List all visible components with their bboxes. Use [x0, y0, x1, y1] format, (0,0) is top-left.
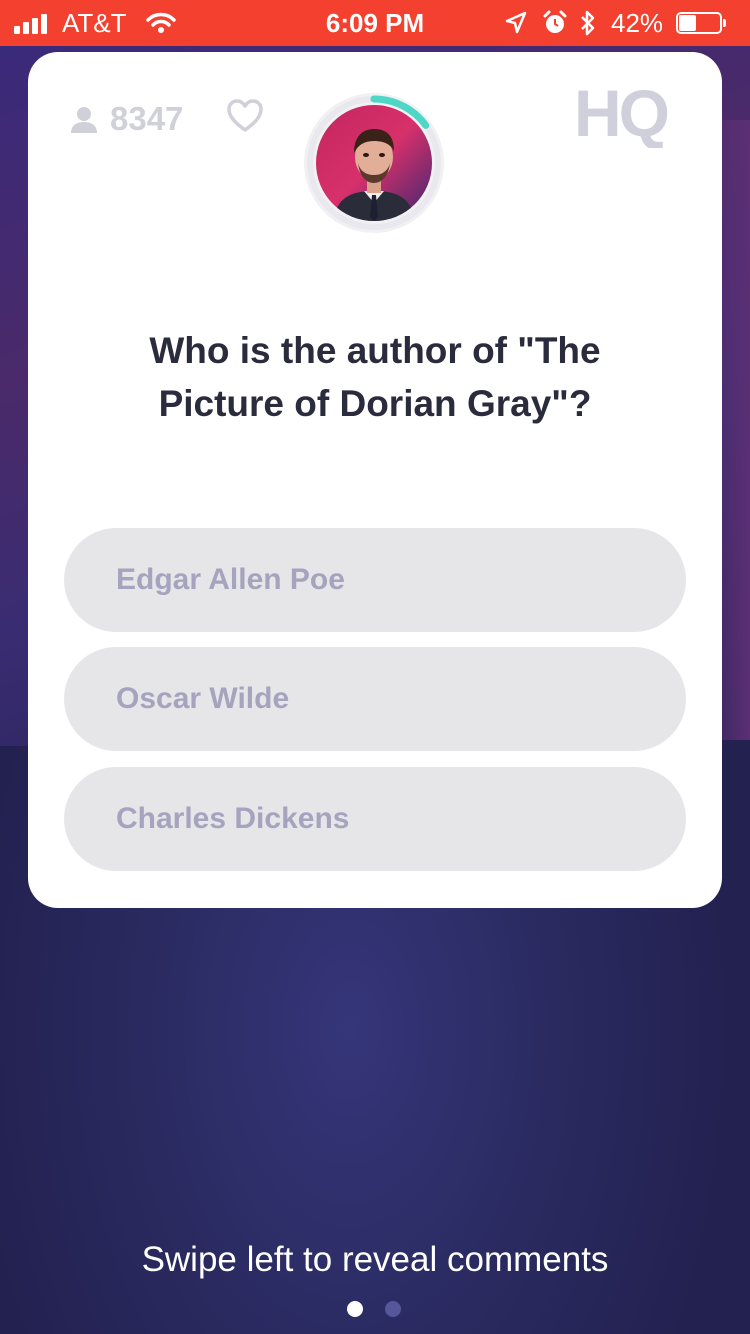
battery-icon	[676, 12, 728, 36]
user-icon	[71, 107, 97, 133]
host-photo	[316, 105, 432, 221]
location-arrow-icon	[505, 11, 527, 34]
question-text: Who is the author of "The Picture of Dor…	[149, 330, 601, 424]
page-dot-active[interactable]	[347, 1301, 363, 1317]
status-bar: AT&T 6:09 PM 42%	[0, 0, 750, 46]
alarm-icon	[543, 10, 567, 33]
hq-logo: HQ	[574, 84, 671, 148]
question-card: 8347 HQ Who is the author of "The Pictur…	[28, 52, 722, 908]
battery-percent: 42%	[611, 8, 664, 38]
hq-logo-text: HQ	[574, 84, 668, 148]
bluetooth-icon	[581, 10, 595, 36]
host-avatar	[304, 93, 444, 233]
answer-option-3[interactable]: Charles Dickens	[64, 767, 686, 871]
viewer-count: 8347	[110, 100, 184, 137]
answer-option-2[interactable]: Oscar Wilde	[64, 647, 686, 751]
swipe-hint: Swipe left to reveal comments	[141, 1240, 609, 1279]
answer-option-1[interactable]: Edgar Allen Poe	[64, 528, 686, 632]
heart-icon[interactable]	[226, 98, 264, 134]
page-dot-inactive[interactable]	[385, 1301, 401, 1317]
